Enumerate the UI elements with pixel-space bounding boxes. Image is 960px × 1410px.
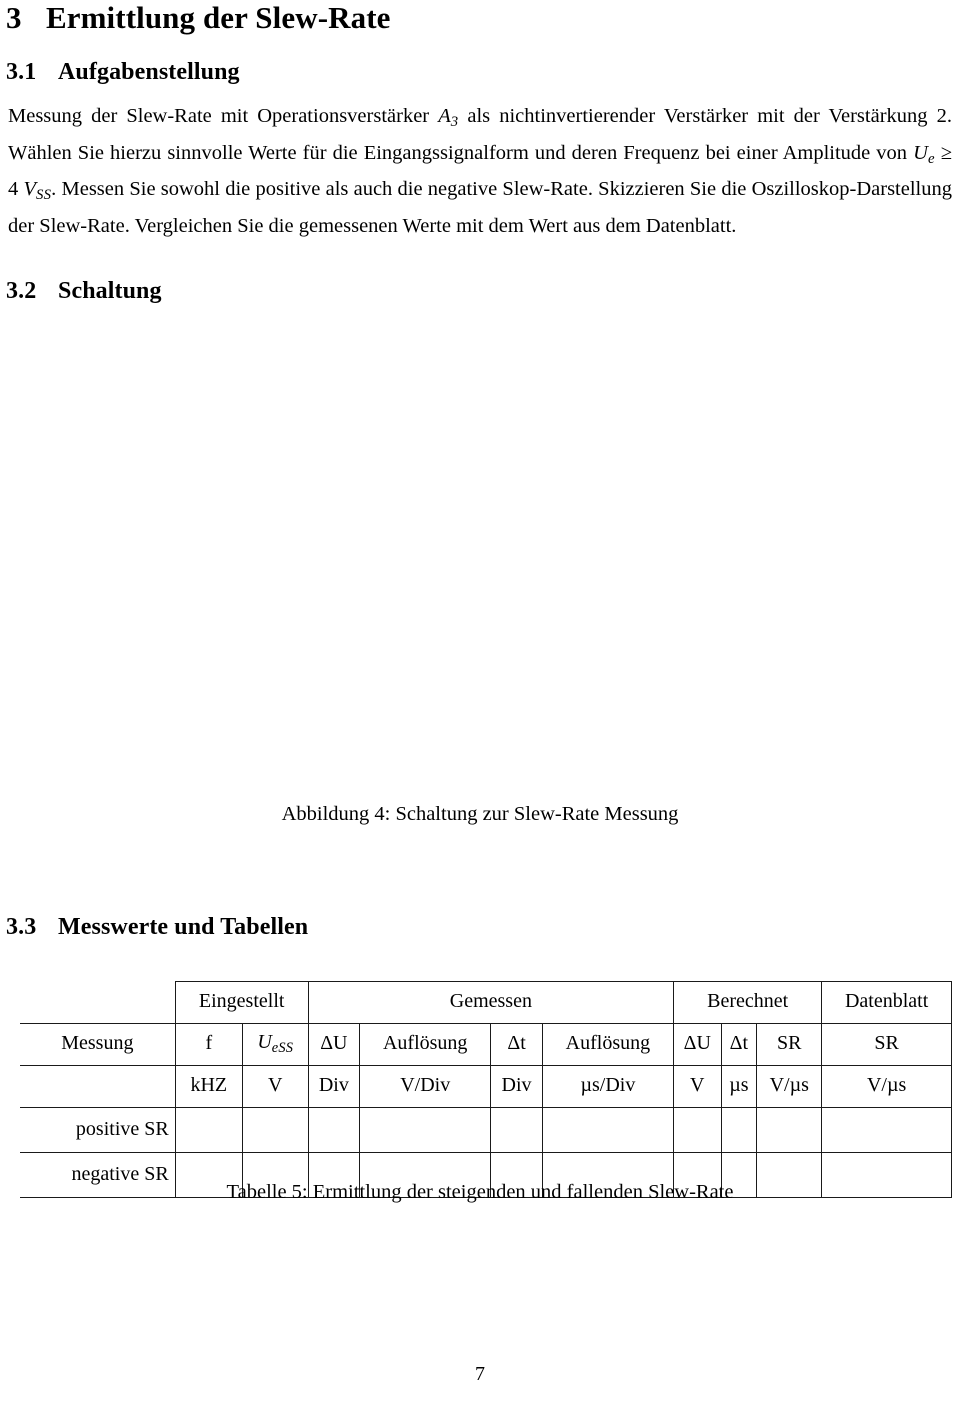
group-header-eingestellt: Eingestellt [174,981,309,1024]
table-corner-blank [20,981,176,1024]
section-number-3-1: 3.1 [6,59,37,85]
quantity-header-delta-u-gemessen: ΔU [307,1023,361,1066]
quantity-header-aufloesung-t: Auflösung [541,1023,675,1066]
cell-positive-uess[interactable] [241,1107,309,1153]
cell-positive-aufloesung-u[interactable] [359,1107,492,1153]
document-page: 3 Ermittlung der Slew-Rate 3.1 Aufgabenste… [0,0,960,1410]
group-header-gemessen: Gemessen [307,981,675,1024]
measurement-table-wrapper: Eingestellt Gemessen Berechnet Datenblat… [20,981,952,1198]
quantity-header-aufloesung-u: Auflösung [359,1023,492,1066]
section-title-3-3: Messwerte und Tabellen [58,914,309,940]
section-number-3-2: 3.2 [6,278,37,304]
section-number-3-3: 3.3 [6,914,37,940]
quantity-header-sr-datenblatt: SR [821,1023,952,1066]
unit-delta-t-berechnet: µs [720,1065,758,1108]
symbol-a3: A3 [438,105,458,130]
cell-positive-delta-u-gemessen[interactable] [307,1107,361,1153]
group-header-datenblatt: Datenblatt [821,981,952,1024]
page-title: 3 Ermittlung der Slew-Rate [6,0,391,37]
quantity-header-f: f [174,1023,243,1066]
unit-delta-t-gemessen: Div [490,1065,543,1108]
symbol-a3-base: A [438,105,451,127]
unit-sr-datenblatt: V/µs [821,1065,952,1108]
quantity-header-delta-t-berechnet: Δt [720,1023,758,1066]
cell-positive-sr-berechnet[interactable] [756,1107,823,1153]
section-title-3: Ermittlung der Slew-Rate [46,0,391,35]
symbol-vss-subscript: SS [36,187,52,204]
symbol-vss: VSS [23,178,52,204]
measurement-table: Eingestellt Gemessen Berechnet Datenblat… [20,981,952,1198]
table-group-header-row: Eingestellt Gemessen Berechnet Datenblat… [20,981,952,1024]
table-unit-header-row: kHZ V Div V/Div Div µs/Div V µs V/µs V/µ… [20,1065,952,1108]
quantity-header-uess: UeSS [241,1023,309,1066]
symbol-vss-base: V [23,178,36,201]
quantity-header-sr-berechnet: SR [756,1023,823,1066]
section-number-3: 3 [6,0,22,35]
cell-positive-delta-u-berechnet[interactable] [673,1107,722,1153]
group-header-berechnet: Berechnet [673,981,823,1024]
paragraph-text-part-1: Messung der Slew-Rate mit Operationsvers… [8,105,439,127]
quantity-header-delta-u-berechnet: ΔU [673,1023,722,1066]
cell-positive-delta-t-gemessen[interactable] [490,1107,543,1153]
heading-schaltung: 3.2 Schaltung [6,276,162,306]
heading-messwerte: 3.3 Messwerte und Tabellen [6,912,308,942]
heading-aufgabenstellung: 3.1 Aufgabenstellung [6,57,240,87]
cell-positive-aufloesung-t[interactable] [541,1107,675,1153]
unit-delta-u-berechnet: V [673,1065,722,1108]
unit-delta-u-gemessen: Div [307,1065,361,1108]
paragraph-text-part-3: . Messen Sie sowohl die positive als auc… [8,178,952,237]
symbol-ue-subscript: e [927,150,935,167]
figure-circuit-diagram [8,330,952,792]
table-row-label-header: Messung [20,1023,176,1066]
table-row: positive SR [20,1107,952,1153]
symbol-ue: Ue [913,141,935,167]
figure-caption: Abbildung 4: Schaltung zur Slew-Rate Mes… [281,803,679,825]
cell-positive-delta-t-berechnet[interactable] [720,1107,758,1153]
cell-positive-sr-datenblatt[interactable] [821,1107,952,1153]
unit-aufloesung-u: V/Div [359,1065,492,1108]
unit-aufloesung-t: µs/Div [541,1065,675,1108]
unit-sr-berechnet: V/µs [756,1065,823,1108]
unit-uess: V [241,1065,309,1108]
cell-positive-f[interactable] [174,1107,243,1153]
table-quantity-header-row: Messung f UeSS ΔU Auflösung Δt Auflösung… [20,1023,952,1066]
table-caption: Tabelle 5: Ermittlung der steigenden und… [226,1181,734,1203]
quantity-header-delta-t-gemessen: Δt [490,1023,543,1066]
section-title-3-1: Aufgabenstellung [58,59,240,85]
symbol-ue-base: U [913,141,928,164]
row-label-positive-sr: positive SR [20,1107,176,1153]
table-unit-row-blank [20,1065,176,1108]
unit-f: kHZ [174,1065,243,1108]
page-number: 7 [475,1363,485,1385]
section-title-3-2: Schaltung [58,278,162,304]
aufgabenstellung-paragraph: Messung der Slew-Rate mit Operationsvers… [8,101,952,241]
